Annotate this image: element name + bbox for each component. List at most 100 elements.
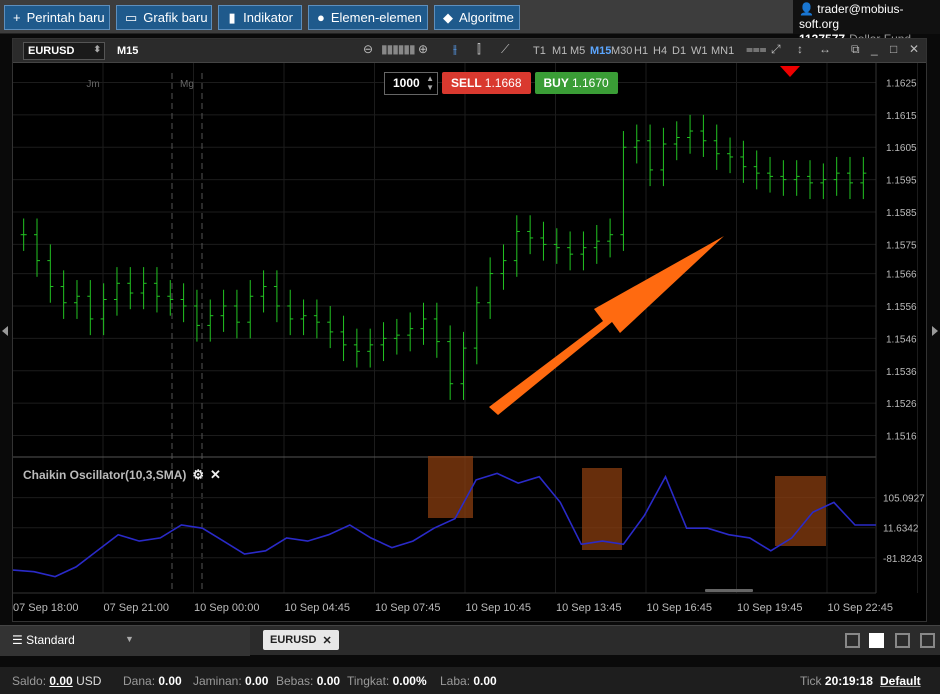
zoom-out-icon[interactable]: ⊖ <box>363 42 373 56</box>
line-type-icon[interactable]: ⟋ <box>501 42 509 57</box>
laba-field: Laba: 0.00 <box>440 674 497 688</box>
chevron-down-icon: ▼ <box>125 634 134 644</box>
price-tick-label: 1.1595 <box>886 176 917 187</box>
collapse-left-icon[interactable] <box>2 326 8 336</box>
oscillator-title: Chaikin Oscillator(10,3,SMA) ⚙ ✕ <box>23 467 221 483</box>
spinner-icon: ⬍ <box>93 44 101 54</box>
close-icon[interactable]: ✕ <box>210 467 221 483</box>
price-chart[interactable]: Jm Mg 1.1625 1.1615 1.1605 1.1595 1.1585 1.1575… <box>13 63 928 623</box>
collapse-right-icon[interactable] <box>932 326 938 336</box>
annotation-arrow <box>489 236 724 415</box>
price-tick-label: 1.1575 <box>886 240 917 251</box>
price-tick-label: 1.1605 <box>886 143 917 154</box>
maximize-icon[interactable]: □ <box>890 42 897 56</box>
zoom-slider[interactable]: ▮▮▮▮▮▮ <box>381 42 416 56</box>
price-tick-label: 1.1585 <box>886 208 917 219</box>
layout-icon[interactable]: ⩶ <box>746 42 767 57</box>
time-tick-label: 10 Sep 16:45 <box>647 602 712 614</box>
timeframe-d1[interactable]: D1 <box>672 45 686 57</box>
highlight-box <box>775 476 826 546</box>
timeframe-m15[interactable]: M15 <box>590 45 611 57</box>
horizontal-scrollbar[interactable] <box>705 589 753 592</box>
timeframe-m5[interactable]: M5 <box>570 45 585 57</box>
spinner-icon[interactable]: ▲ ▼ <box>426 74 434 92</box>
sell-button[interactable]: SELL 1.1668 <box>442 72 531 94</box>
algorithm-button[interactable]: ◆ Algoritme <box>434 5 520 30</box>
element-icon: ● <box>317 10 325 25</box>
time-tick-label: 10 Sep 22:45 <box>828 602 893 614</box>
diamond-icon: ◆ <box>443 9 453 25</box>
indicator-button[interactable]: ▮ Indikator <box>218 5 302 30</box>
price-tick-label: 1.1526 <box>886 399 917 410</box>
osc-tick-label: -81.8243 <box>883 554 923 565</box>
close-icon[interactable]: ✕ <box>322 634 331 647</box>
session-label: Mg <box>180 79 194 90</box>
session-label: Jm <box>86 79 99 90</box>
chart-window: EURUSD ⬍ M15 ⊖ ▮▮▮▮▮▮ ⊕ ⫲ ⫿ ⟋ T1 M1 M5 M15 M3… <box>12 38 927 622</box>
crosshair-icon[interactable]: ⫲ <box>453 42 457 57</box>
alert-marker-icon <box>780 66 800 77</box>
expand-diag-icon[interactable]: ⤢ <box>771 42 781 57</box>
account-panel[interactable]: 👤 trader@mobius-soft.org 1137577Dollar F… <box>793 0 940 46</box>
top-toolbar: + Perintah baru ▭ Grafik baru ▮ Indikator ●… <box>0 0 940 46</box>
price-tick-label: 1.1556 <box>886 302 917 313</box>
time-tick-label: 10 Sep 07:45 <box>375 602 440 614</box>
new-chart-button[interactable]: ▭ Grafik baru <box>116 5 212 30</box>
bottom-tab-bar: ☰ Standard ▼ EURUSD ✕ <box>0 625 940 656</box>
price-tick-label: 1.1536 <box>886 367 917 378</box>
price-tick-label: 1.1516 <box>886 432 917 443</box>
tick-clock: Tick 20:19:18 <box>800 674 873 688</box>
current-timeframe: M15 <box>117 45 139 57</box>
price-tick-label: 1.1546 <box>886 334 917 345</box>
layout-selector[interactable]: ☰ Standard ▼ <box>0 626 250 656</box>
timeframe-m30[interactable]: M30 <box>611 45 632 57</box>
horizontal-scale-icon[interactable]: ↔ <box>819 42 831 56</box>
bars-icon: ▮ <box>228 9 236 25</box>
elements-button[interactable]: ● Elemen-elemen <box>308 5 428 30</box>
new-order-button[interactable]: + Perintah baru <box>4 5 110 30</box>
layout-grid-icon[interactable] <box>869 633 884 648</box>
timeframe-mn1[interactable]: MN1 <box>711 45 734 57</box>
time-tick-label: 07 Sep 18:00 <box>13 602 78 614</box>
osc-tick-label: 105.0927 <box>883 494 925 505</box>
timeframe-t1[interactable]: T1 <box>533 45 546 57</box>
time-tick-label: 10 Sep 13:45 <box>556 602 621 614</box>
chart-tab[interactable]: EURUSD ✕ <box>263 630 339 650</box>
vertical-scale-icon[interactable]: ↕ <box>797 42 803 56</box>
timeframe-m1[interactable]: M1 <box>552 45 567 57</box>
quantity-input[interactable]: 1000 ▲ ▼ <box>384 72 438 95</box>
price-tick-label: 1.1566 <box>886 270 917 281</box>
gear-icon[interactable]: ⚙ <box>192 467 204 483</box>
symbol-selector[interactable]: EURUSD ⬍ <box>23 42 105 60</box>
candle-type-icon[interactable]: ⫿ <box>477 42 481 57</box>
osc-tick-label: 11.6342 <box>883 524 919 535</box>
highlight-box <box>582 468 622 550</box>
timeframe-w1[interactable]: W1 <box>691 45 708 57</box>
menu-icon: ☰ <box>12 633 23 647</box>
user-icon: 👤 <box>799 2 814 16</box>
layout-rows-icon[interactable] <box>920 633 935 648</box>
zoom-in-icon[interactable]: ⊕ <box>418 42 428 56</box>
layout-single-icon[interactable] <box>845 633 860 648</box>
close-icon[interactable]: ✕ <box>909 42 919 56</box>
plus-icon: + <box>13 10 21 25</box>
time-tick-label: 10 Sep 00:00 <box>194 602 259 614</box>
layout-columns-icon[interactable] <box>895 633 910 648</box>
price-tick-label: 1.1615 <box>886 111 917 122</box>
chart-icon: ▭ <box>125 9 138 25</box>
status-bar: Saldo: 0.00 USD Dana: 0.00 Jaminan: 0.00… <box>0 667 940 694</box>
saldo-field: Saldo: 0.00 USD <box>12 674 102 688</box>
chart-header: EURUSD ⬍ M15 ⊖ ▮▮▮▮▮▮ ⊕ ⫲ ⫿ ⟋ T1 M1 M5 M15 M3… <box>13 39 926 63</box>
highlight-box <box>428 456 473 518</box>
profile-selector[interactable]: Default <box>880 674 921 688</box>
timeframe-h1[interactable]: H1 <box>634 45 648 57</box>
trade-panel: 1000 ▲ ▼ SELL 1.1668 BUY 1.1670 <box>384 72 618 95</box>
dana-field: Dana: 0.00 <box>123 674 182 688</box>
buy-button[interactable]: BUY 1.1670 <box>534 72 618 94</box>
minimize-icon[interactable]: _ <box>871 42 878 56</box>
time-tick-label: 07 Sep 21:00 <box>104 602 169 614</box>
popout-icon[interactable]: ⧉ <box>851 42 860 57</box>
timeframe-h4[interactable]: H4 <box>653 45 667 57</box>
time-tick-label: 10 Sep 04:45 <box>285 602 350 614</box>
bebas-field: Bebas: 0.00 <box>276 674 341 688</box>
